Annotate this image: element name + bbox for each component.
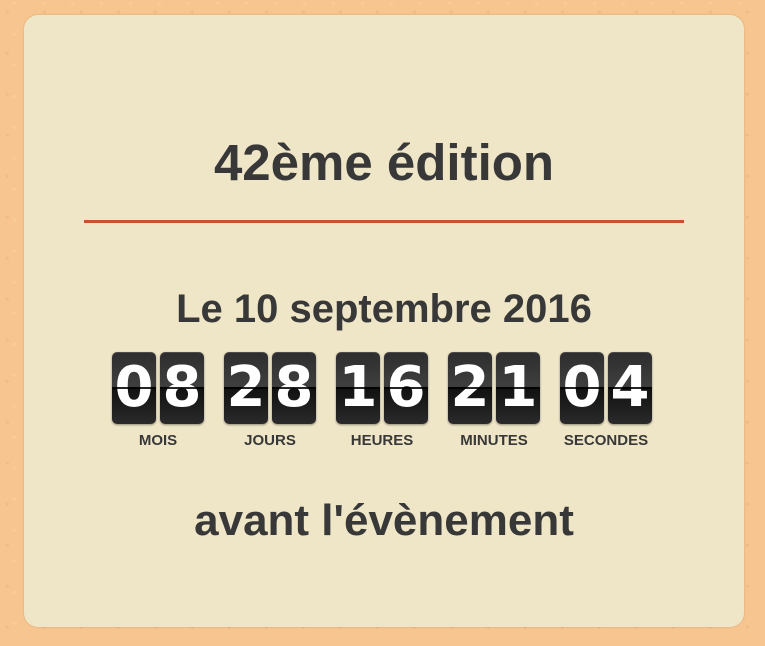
- digit-tile: 0: [112, 352, 156, 424]
- label-months: MOIS: [138, 432, 178, 449]
- countdown-months: 0 8: [112, 352, 212, 424]
- countdown-hours: 1 6: [336, 352, 436, 424]
- edition-title: 42ème édition: [213, 134, 555, 191]
- label-days: JOURS: [244, 432, 296, 449]
- before-event-text: avant l'évènement: [194, 496, 574, 545]
- event-date: Le 10 septembre 2016: [176, 287, 592, 331]
- countdown-card: 42ème édition Le 10 septembre 2016 0 8 2…: [24, 15, 744, 627]
- countdown-days: 2 8: [224, 352, 324, 424]
- label-minutes: MINUTES: [460, 432, 528, 449]
- countdown-minutes: 2 1: [448, 352, 548, 424]
- digit-tile: 1: [496, 352, 540, 424]
- digit-tile: 0: [560, 352, 604, 424]
- flip-countdown: 0 8 2 8 1 6 2 1 0 4 MOIS JOURS HEURES MI…: [112, 352, 672, 449]
- digit-tile: 2: [224, 352, 268, 424]
- digit-tile: 2: [448, 352, 492, 424]
- digit-tile: 8: [160, 352, 204, 424]
- digit-tile: 6: [384, 352, 428, 424]
- divider-line: [84, 220, 684, 223]
- label-seconds: SECONDES: [563, 432, 649, 449]
- digit-tile: 1: [336, 352, 380, 424]
- digit-tile: 4: [608, 352, 652, 424]
- countdown-seconds: 0 4: [560, 352, 660, 424]
- digit-tile: 8: [272, 352, 316, 424]
- label-hours: HEURES: [350, 432, 414, 449]
